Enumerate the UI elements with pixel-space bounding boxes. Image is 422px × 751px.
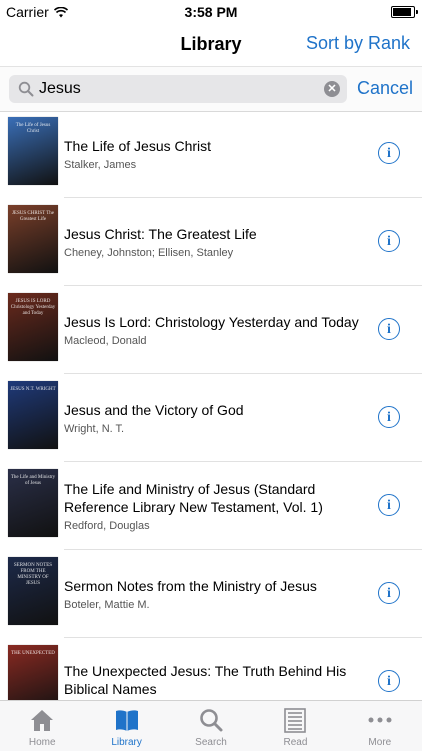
- info-icon[interactable]: i: [378, 494, 400, 516]
- tab-label: Read: [283, 737, 308, 748]
- cover-text: THE UNEXPECTED: [11, 651, 55, 656]
- book-cover: The Life and Ministry of Jesus: [8, 469, 58, 537]
- cancel-button[interactable]: Cancel: [357, 78, 413, 99]
- book-icon: [115, 710, 138, 731]
- search-icon: [200, 709, 223, 732]
- info-icon[interactable]: i: [378, 142, 400, 164]
- list-item[interactable]: JESUS IS LORD Christology Yesterday and …: [0, 286, 422, 374]
- search-icon: [18, 81, 34, 97]
- tab-label: Search: [195, 737, 227, 748]
- book-title: Sermon Notes from the Ministry of Jesus: [64, 578, 317, 594]
- tab-label: More: [368, 737, 392, 748]
- search-bar: Jesus ✕ Cancel: [0, 66, 422, 112]
- battery-icon: [391, 6, 418, 18]
- book-cover: The Life of Jesus Christ: [8, 117, 58, 185]
- tab-label: Home: [28, 737, 56, 748]
- tab-library[interactable]: Library: [84, 701, 168, 751]
- list-item[interactable]: JESUS N.T. WRIGHT Jesus and the Victory …: [0, 374, 422, 462]
- book-author: Redford, Douglas: [64, 520, 150, 532]
- search-input[interactable]: Jesus ✕: [9, 75, 347, 103]
- tab-home[interactable]: Home: [0, 701, 84, 751]
- book-title: Jesus Is Lord: Christology Yesterday and…: [64, 314, 359, 330]
- tab-read[interactable]: Read: [253, 701, 337, 751]
- status-bar: Carrier 3:58 PM: [0, 0, 422, 24]
- book-title: Jesus Christ: The Greatest Life: [64, 226, 257, 242]
- info-icon[interactable]: i: [378, 582, 400, 604]
- info-icon[interactable]: i: [378, 670, 400, 692]
- info-icon[interactable]: i: [378, 406, 400, 428]
- sort-by-rank-button[interactable]: Sort by Rank: [306, 33, 410, 54]
- book-cover: JESUS IS LORD Christology Yesterday and …: [8, 293, 58, 361]
- search-value: Jesus: [39, 80, 81, 97]
- book-cover: JESUS CHRIST The Greatest Life: [8, 205, 58, 273]
- book-author: Macleod, Donald: [64, 335, 147, 347]
- book-list: The Life of Jesus Christ The Life of Jes…: [0, 110, 422, 700]
- list-item[interactable]: THE UNEXPECTED The Unexpected Jesus: The…: [0, 638, 422, 700]
- navigation-bar: Library Sort by Rank: [0, 24, 422, 66]
- cover-text: JESUS IS LORD Christology Yesterday and …: [10, 299, 56, 316]
- status-time: 3:58 PM: [184, 4, 238, 20]
- list-item[interactable]: JESUS CHRIST The Greatest Life Jesus Chr…: [0, 198, 422, 286]
- book-cover: THE UNEXPECTED: [8, 645, 58, 700]
- cover-text: The Life of Jesus Christ: [15, 123, 51, 134]
- list-item[interactable]: SERMON NOTES FROM THE MINISTRY OF JESUS …: [0, 550, 422, 638]
- tab-bar: Home Library Search Read More: [0, 700, 422, 751]
- book-cover: JESUS N.T. WRIGHT: [8, 381, 58, 449]
- cover-text: The Life and Ministry of Jesus: [10, 475, 56, 486]
- book-title: The Life of Jesus Christ: [64, 138, 212, 154]
- book-author: Stalker, James: [64, 159, 137, 171]
- list-item[interactable]: The Life of Jesus Christ The Life of Jes…: [0, 110, 422, 198]
- book-author: Boteler, Mattie M.: [64, 599, 150, 611]
- book-title: Jesus and the Victory of God: [64, 402, 244, 418]
- tab-label: Library: [111, 737, 142, 748]
- list-item[interactable]: The Life and Ministry of Jesus The Life …: [0, 462, 422, 550]
- more-icon: [368, 717, 392, 723]
- info-icon[interactable]: i: [378, 318, 400, 340]
- reader-icon: [284, 708, 307, 733]
- info-icon[interactable]: i: [378, 230, 400, 252]
- tab-more[interactable]: More: [338, 701, 422, 751]
- tab-search[interactable]: Search: [169, 701, 253, 751]
- book-title: The Unexpected Jesus: The Truth Behind H…: [64, 663, 347, 697]
- book-cover: SERMON NOTES FROM THE MINISTRY OF JESUS: [8, 557, 58, 625]
- book-title: The Life and Ministry of Jesus (Standard…: [64, 481, 323, 515]
- book-author: Cheney, Johnston; Ellisen, Stanley: [64, 247, 234, 259]
- cover-text: JESUS CHRIST The Greatest Life: [11, 211, 55, 222]
- cover-text: JESUS N.T. WRIGHT: [10, 387, 56, 392]
- cover-text: SERMON NOTES FROM THE MINISTRY OF JESUS: [13, 563, 53, 586]
- home-icon: [31, 710, 54, 731]
- book-author: Wright, N. T.: [64, 423, 125, 435]
- clear-search-icon[interactable]: ✕: [324, 81, 340, 97]
